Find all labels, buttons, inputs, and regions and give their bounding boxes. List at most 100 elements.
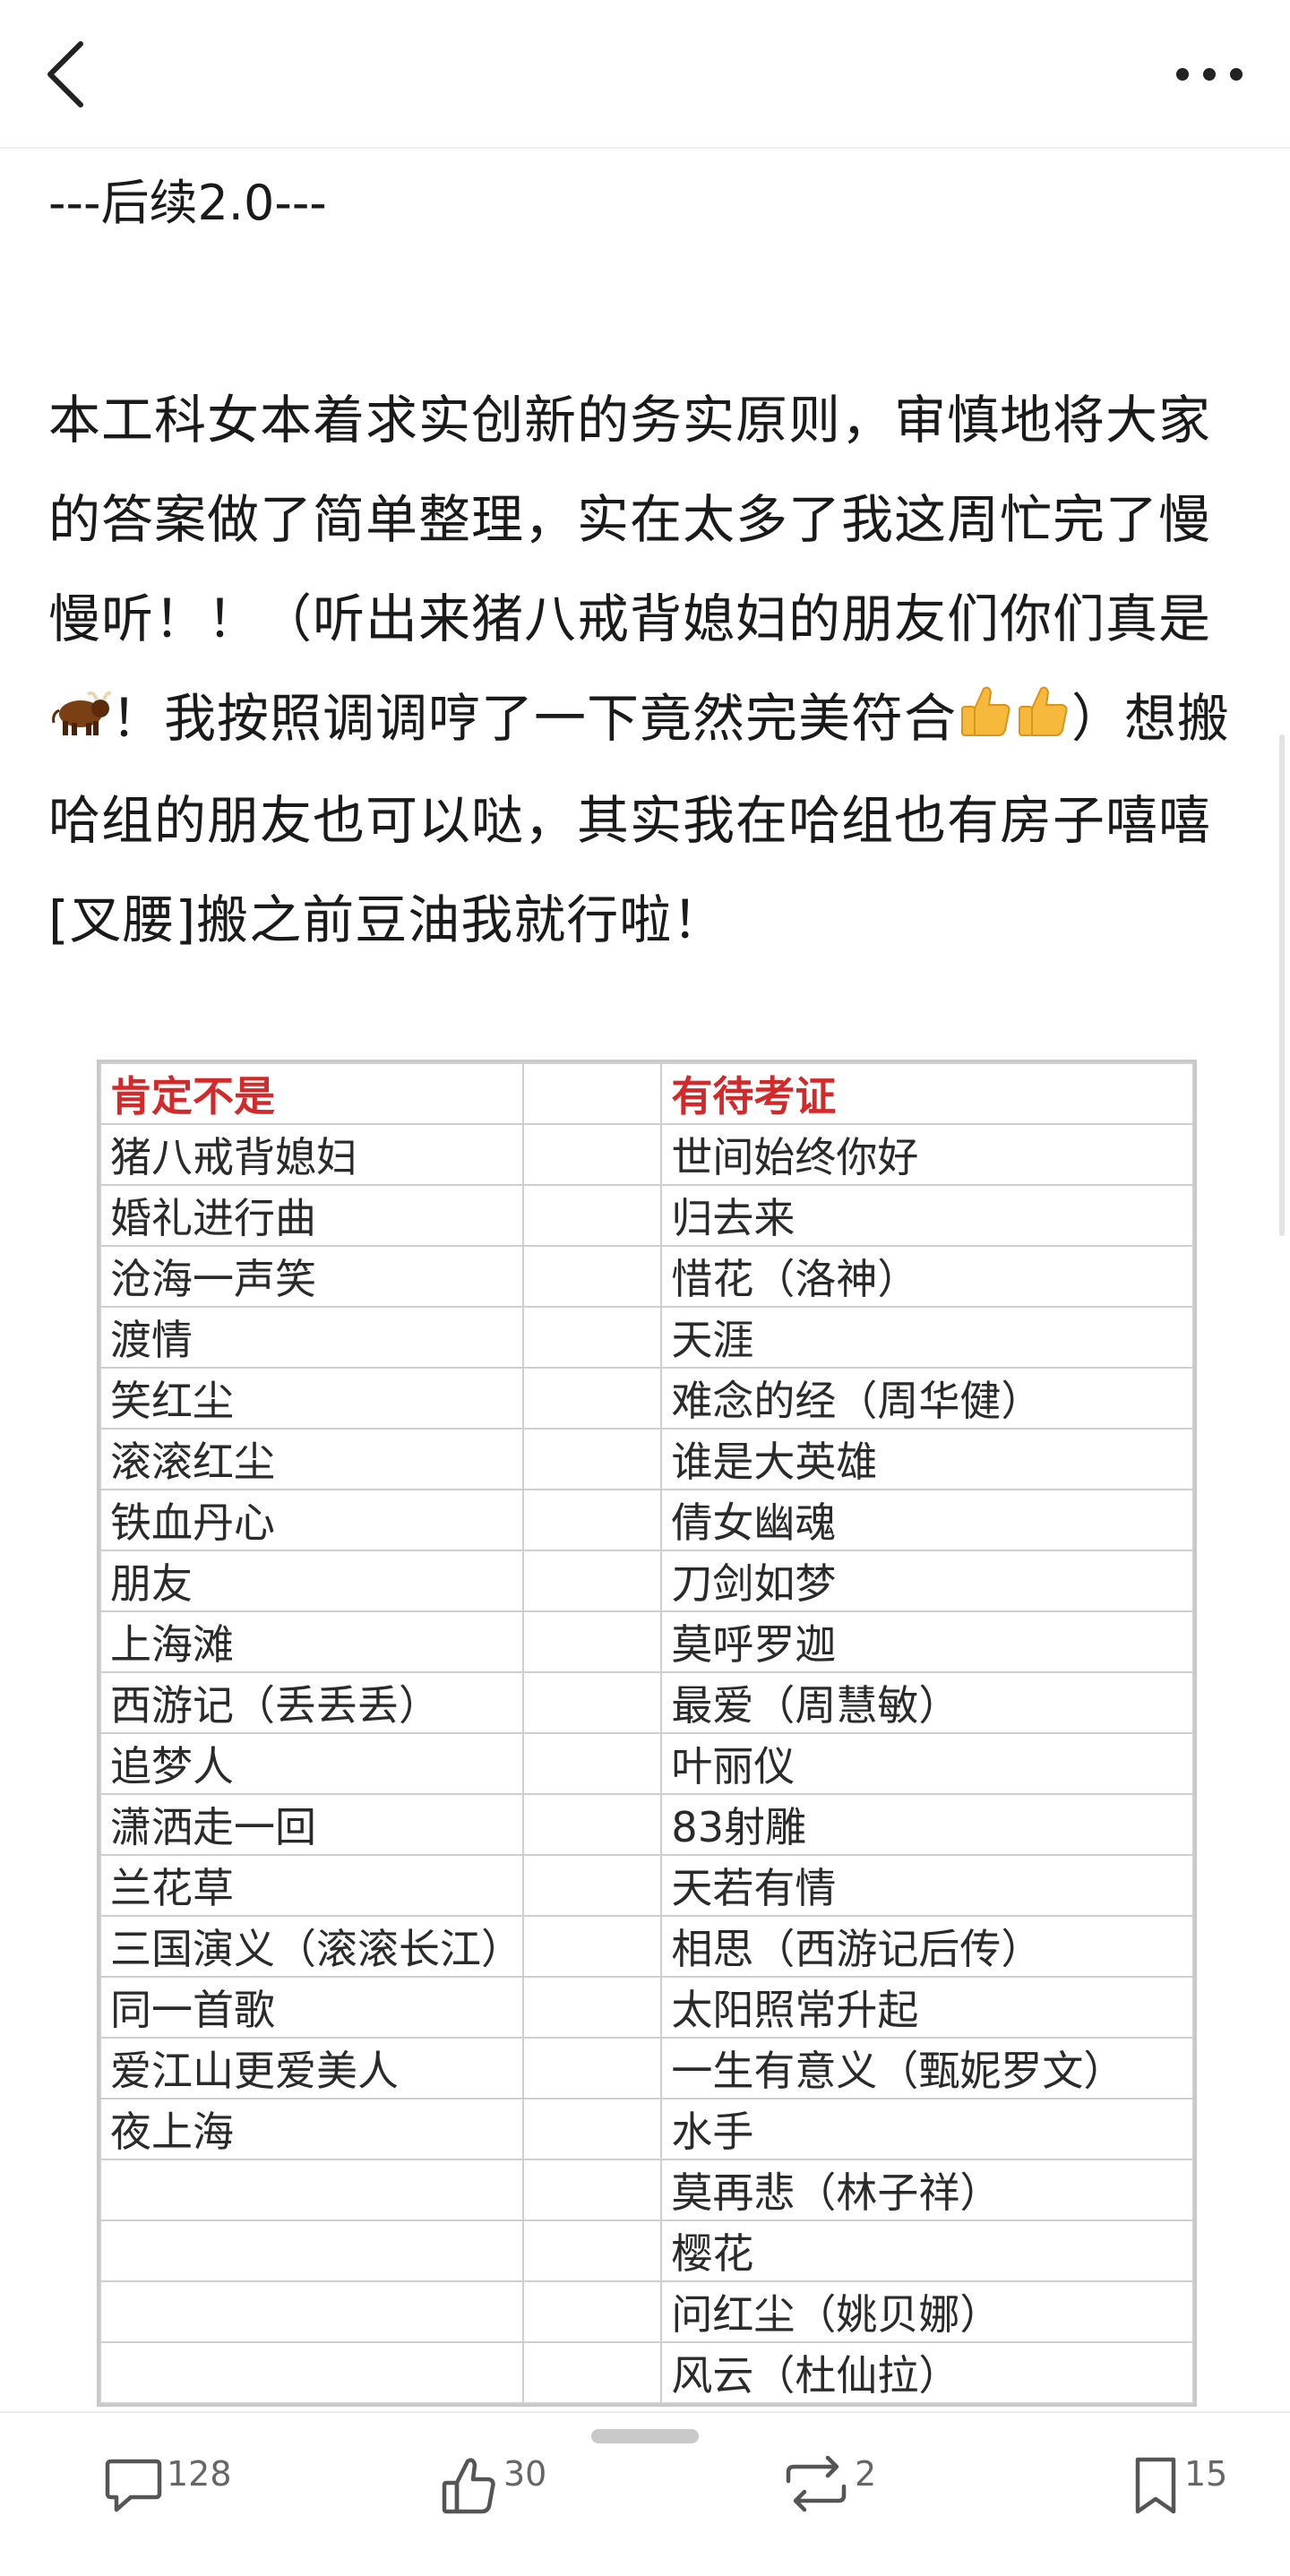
table-cell-definitely-not: 笑红尘 (99, 1367, 524, 1430)
table-cell-definitely-not: 潇洒走一回 (99, 1793, 524, 1856)
table-cell-definitely-not (99, 2220, 524, 2282)
table-cell-empty (521, 1184, 663, 1247)
back-button[interactable] (45, 34, 125, 115)
table-cell-definitely-not: 西游记（丢丢丢） (99, 1671, 524, 1734)
table-cell-to-be-verified: 莫再悲（林子祥） (660, 2159, 1194, 2221)
comment-icon (105, 2459, 162, 2512)
table-cell-to-be-verified: 风云（杜仙拉） (660, 2341, 1194, 2404)
post-body-text-2: ！我按照调调哼了一下竟然完美符合 (111, 688, 958, 749)
table-row: 追梦人 叶丽仪 (99, 1732, 1194, 1795)
table-cell-empty (521, 2220, 663, 2282)
post-body: 本工科女本着求实创新的务实原则，审慎地将大家的答案做了简单整理，实在太多了我这周… (48, 371, 1240, 970)
table-cell-empty (521, 2037, 663, 2099)
top-nav-bar (0, 0, 1290, 149)
post-subtitle: ---后续2.0--- (48, 175, 327, 231)
bookmark-count: 15 (1184, 2454, 1228, 2494)
bookmark-button[interactable]: 15 (1131, 2454, 1227, 2544)
table-cell-to-be-verified: 倩女幽魂 (660, 1489, 1194, 1551)
post-body-text-1: 本工科女本着求实创新的务实原则，审慎地将大家的答案做了简单整理，实在太多了我这周… (48, 390, 1212, 649)
table-cell-to-be-verified: 最爱（周慧敏） (660, 1671, 1194, 1734)
table-row: 婚礼进行曲 归去来 (99, 1184, 1194, 1247)
table-row: 西游记（丢丢丢） 最爱（周慧敏） (99, 1671, 1194, 1734)
table-cell-definitely-not: 追梦人 (99, 1732, 524, 1795)
table-cell-definitely-not (99, 2280, 524, 2343)
table-row: 笑红尘 难念的经（周华健） (99, 1367, 1194, 1430)
comment-count: 128 (167, 2454, 232, 2494)
table-cell-to-be-verified: 问红尘（姚贝娜） (660, 2280, 1194, 2343)
table-cell-empty (521, 2280, 663, 2343)
more-options-button[interactable] (1156, 34, 1245, 115)
table-cell-empty (521, 1854, 663, 1917)
table-cell-empty (521, 1976, 663, 2039)
table-cell-to-be-verified: 水手 (660, 2098, 1194, 2160)
table-cell-definitely-not: 夜上海 (99, 2098, 524, 2160)
table-cell-to-be-verified: 相思（西游记后传） (660, 1915, 1194, 1978)
table-cell-empty (521, 1793, 663, 1856)
table-cell-empty (521, 1245, 663, 1308)
table-cell-empty (521, 1123, 663, 1186)
table-cell-to-be-verified: 天若有情 (660, 1854, 1194, 1917)
table-cell-to-be-verified: 谁是大英雄 (660, 1428, 1194, 1490)
header-cell-empty (521, 1062, 663, 1125)
table-row: 问红尘（姚贝娜） (99, 2280, 1194, 2343)
table-cell-definitely-not: 兰花草 (99, 1854, 524, 1917)
table-row: 同一首歌 太阳照常升起 (99, 1976, 1194, 2039)
table-cell-definitely-not: 猪八戒背媳妇 (99, 1123, 524, 1186)
post-content: ---后续2.0--- 本工科女本着求实创新的务实原则，审慎地将大家的答案做了简… (48, 170, 1240, 970)
table-row: 铁血丹心 倩女幽魂 (99, 1489, 1194, 1551)
header-cell-to-be-verified: 有待考证 (660, 1062, 1194, 1125)
table-cell-empty (521, 1428, 663, 1490)
table-cell-empty (521, 1610, 663, 1673)
table-cell-definitely-not: 滚滚红尘 (99, 1428, 524, 1490)
table-cell-definitely-not: 朋友 (99, 1550, 524, 1612)
chevron-left-icon (47, 41, 83, 107)
table-row: 樱花 (99, 2220, 1194, 2282)
table-cell-definitely-not (99, 2159, 524, 2221)
table-row: 夜上海 水手 (99, 2098, 1194, 2160)
scrollbar-thumb[interactable] (1279, 734, 1285, 1236)
table-cell-empty (521, 1367, 663, 1430)
thumbs-up-icon (442, 2458, 495, 2514)
table-cell-definitely-not: 同一首歌 (99, 1976, 524, 2039)
table-cell-to-be-verified: 归去来 (660, 1184, 1194, 1247)
song-table: 肯定不是 有待考证 猪八戒背媳妇 世间始终你好 婚礼进行曲 归去来 沧海一声笑 惜花（洛神… (99, 1062, 1194, 2404)
table-row: 潇洒走一回 83射雕 (99, 1793, 1194, 1856)
table-cell-empty (521, 1732, 663, 1795)
table-cell-empty (521, 1489, 663, 1551)
table-cell-to-be-verified: 太阳照常升起 (660, 1976, 1194, 2039)
table-cell-to-be-verified: 樱花 (660, 2220, 1194, 2282)
table-cell-empty (521, 2159, 663, 2221)
table-row: 兰花草 天若有情 (99, 1854, 1194, 1917)
table-row: 爱江山更爱美人 一生有意义（甄妮罗文） (99, 2037, 1194, 2099)
table-row: 猪八戒背媳妇 世间始终你好 (99, 1123, 1194, 1186)
table-row: 莫再悲（林子祥） (99, 2159, 1194, 2221)
table-cell-empty (521, 1915, 663, 1978)
table-cell-definitely-not: 上海滩 (99, 1610, 524, 1673)
header-cell-definitely-not: 肯定不是 (99, 1062, 524, 1125)
table-cell-to-be-verified: 惜花（洛神） (660, 1245, 1194, 1308)
table-cell-to-be-verified: 天涯 (660, 1306, 1194, 1369)
table-row: 风云（杜仙拉） (99, 2341, 1194, 2404)
table-row: 上海滩 莫呼罗迦 (99, 1610, 1194, 1673)
table-cell-to-be-verified: 世间始终你好 (660, 1123, 1194, 1186)
repost-icon (786, 2455, 847, 2512)
ox-emoji (48, 672, 113, 771)
repost-count: 2 (855, 2454, 877, 2494)
table-cell-to-be-verified: 一生有意义（甄妮罗文） (660, 2037, 1194, 2099)
repost-button[interactable]: 2 (781, 2454, 876, 2544)
bookmark-icon (1135, 2457, 1176, 2514)
drag-handle[interactable] (591, 2429, 699, 2443)
table-cell-empty (521, 2341, 663, 2404)
table-cell-empty (521, 2098, 663, 2160)
table-cell-definitely-not: 爱江山更爱美人 (99, 2037, 524, 2099)
table-cell-to-be-verified: 83射雕 (660, 1793, 1194, 1856)
song-table-image[interactable]: 肯定不是 有待考证 猪八戒背媳妇 世间始终你好 婚礼进行曲 归去来 沧海一声笑 惜花（洛神… (97, 1060, 1197, 2407)
comment-button[interactable]: 128 (104, 2454, 232, 2544)
like-button[interactable]: 30 (441, 2454, 546, 2544)
table-cell-to-be-verified: 难念的经（周华健） (660, 1367, 1194, 1430)
thumbs-up-emoji (1014, 672, 1071, 771)
table-cell-definitely-not: 铁血丹心 (99, 1489, 524, 1551)
table-row: 三国演义（滚滚长江） 相思（西游记后传） (99, 1915, 1194, 1978)
table-cell-definitely-not (99, 2341, 524, 2404)
table-cell-to-be-verified: 叶丽仪 (660, 1732, 1194, 1795)
